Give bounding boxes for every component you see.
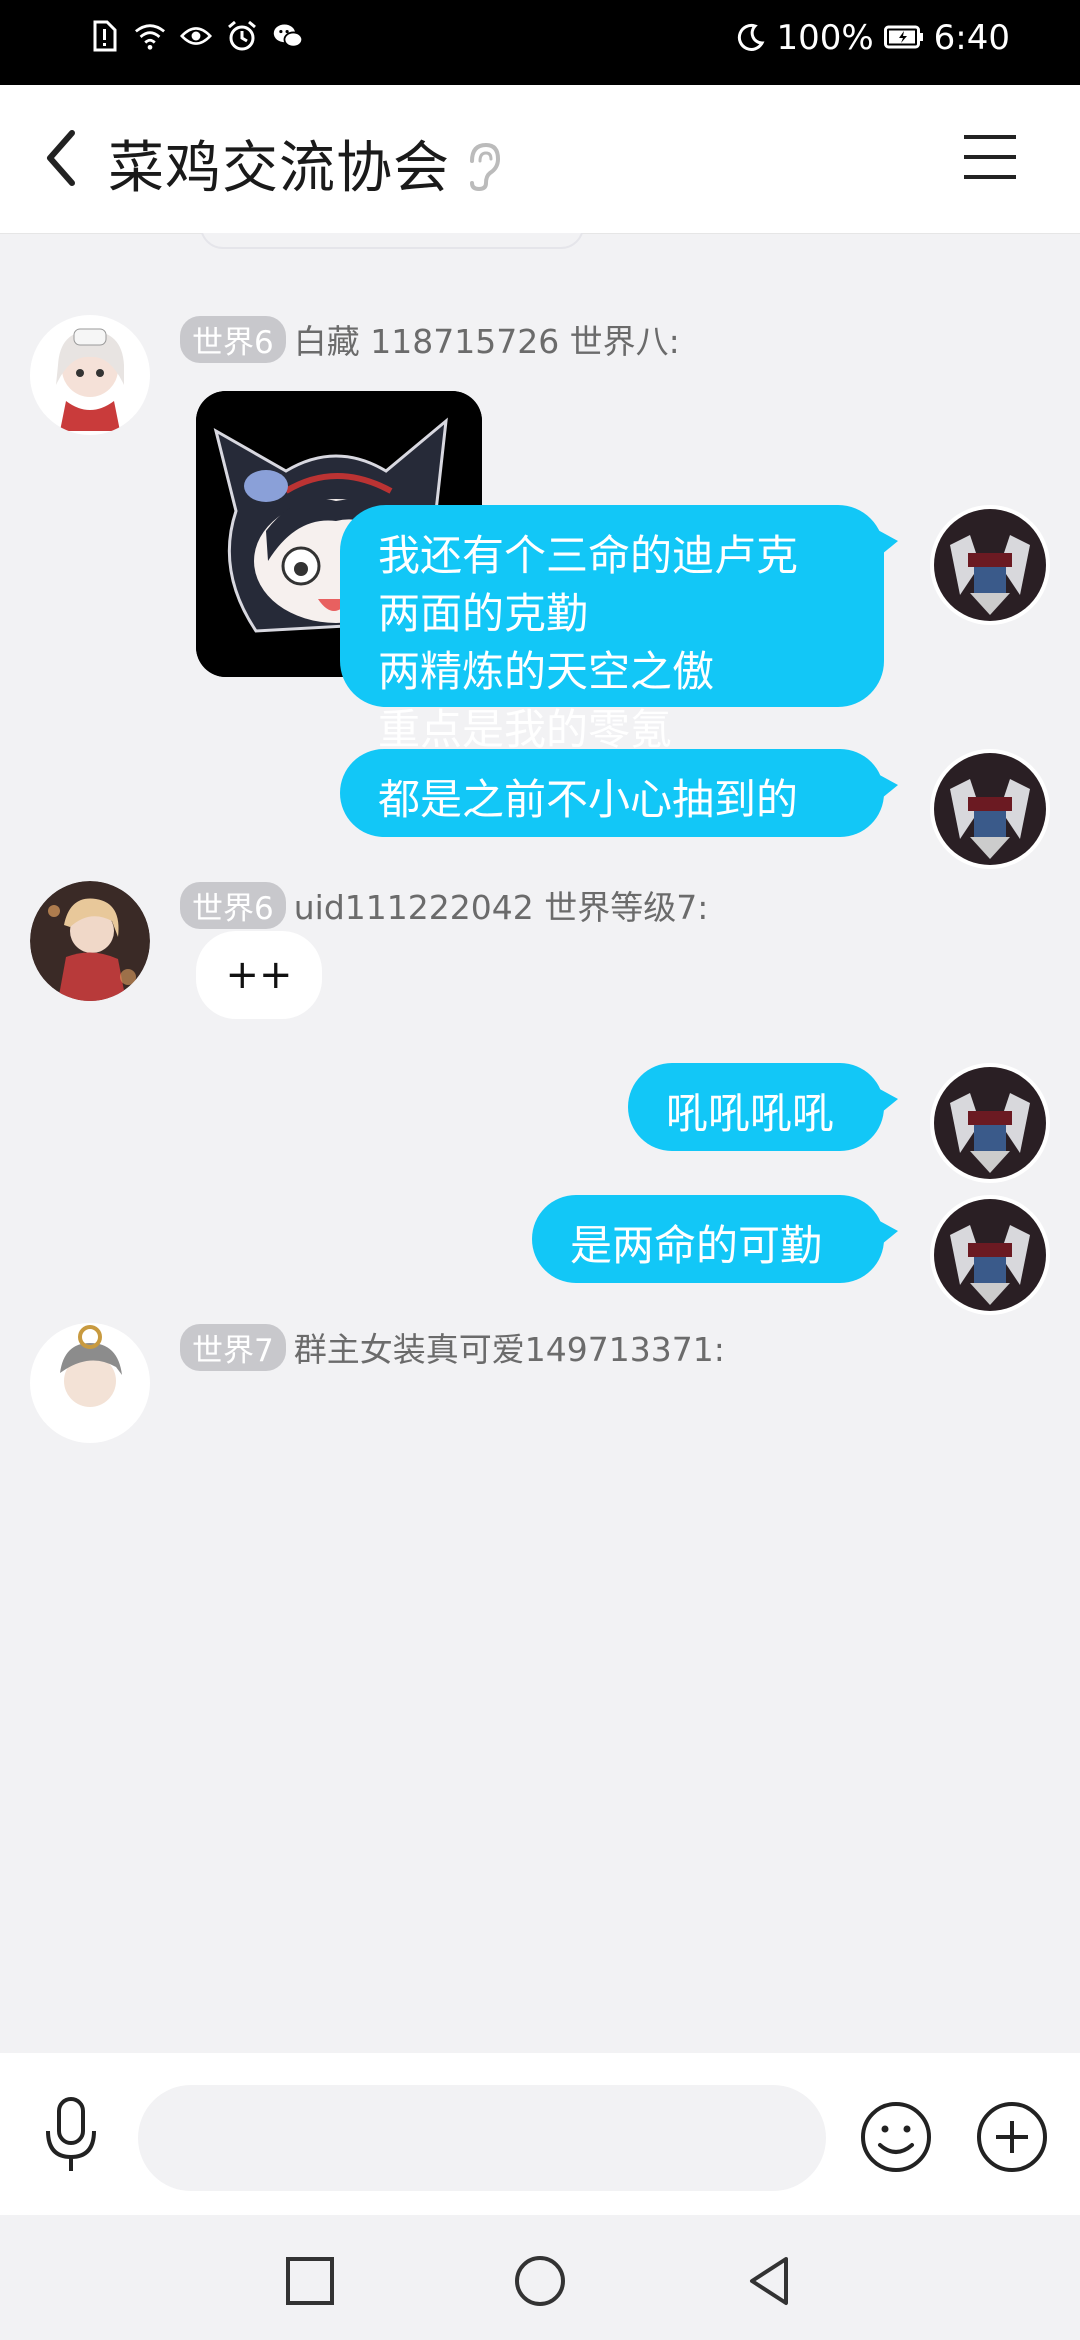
message-line: 两面的克勤 [378,589,589,638]
avatar[interactable] [30,1323,150,1443]
message-text: ++ [225,952,293,998]
chevron-left-icon [47,130,75,186]
outgoing-message-bubble[interactable]: 是两命的可勤 [532,1195,898,1283]
incoming-message-bubble[interactable]: ++ [196,931,322,1019]
more-options-button[interactable] [976,2101,1048,2173]
microphone-icon [46,2097,96,2171]
sender-meta: 世界6 uid111222042 世界等级7: [180,881,708,929]
sender-meta: 世界7 群主女装真可爱149713371: [180,1323,725,1371]
partial-message-bubble [200,233,584,249]
message-line: 都是之前不小心抽到的 [378,775,799,824]
plus-circle-icon [977,2102,1047,2172]
alarm-icon [226,20,258,52]
hamburger-menu-icon [964,135,1016,179]
sender-meta: 世界6 白藏 118715726 世界八: [180,315,680,363]
my-avatar[interactable] [930,1195,1050,1315]
outgoing-message-bubble[interactable]: 都是之前不小心抽到的 [340,749,898,837]
status-left-icons [88,20,304,52]
level-badge: 世界6 [180,315,286,363]
home-button[interactable] [512,2253,568,2309]
group-title[interactable]: 菜鸡交流协会 [108,123,450,204]
level-badge: 世界7 [180,1323,286,1371]
my-avatar[interactable] [930,1063,1050,1183]
message-line: 两精炼的天空之傲 [378,647,715,696]
outgoing-message-bubble[interactable]: 我还有个三命的迪卢克 两面的克勤 两精炼的天空之傲 重点是我的零氪 [340,505,898,754]
emoji-button[interactable] [860,2101,932,2173]
circle-home-icon [515,2256,565,2306]
level-badge: 世界6 [180,881,286,929]
square-recents-icon [286,2257,334,2305]
input-bar [0,2053,1080,2215]
message-line: 我还有个三命的迪卢克 [378,531,799,580]
triangle-back-icon [750,2257,788,2305]
smiley-icon [861,2102,931,2172]
recents-button[interactable] [282,2253,338,2309]
status-bar: 100% 6:40 [0,0,1080,85]
avatar[interactable] [30,881,150,1001]
sender-name[interactable]: 白藏 118715726 世界八: [294,315,680,363]
back-button[interactable] [34,123,94,193]
clock-time: 6:40 [933,18,1010,58]
sender-name[interactable]: 群主女装真可爱149713371: [294,1323,725,1371]
outgoing-message-bubble[interactable]: 吼吼吼吼 [628,1063,898,1151]
sim-alert-icon [88,20,120,52]
chat-header: 菜鸡交流协会 [0,85,1080,234]
message-line: 是两命的可勤 [570,1221,823,1270]
back-nav-button[interactable] [742,2253,798,2309]
wifi-icon [134,20,166,52]
avatar[interactable] [30,315,150,435]
chat-message-list[interactable]: 世界6 白藏 118715726 世界八: 我还有个三命的迪卢克 两面的克勤 两… [0,233,1080,2053]
hamburger-menu-button[interactable] [962,131,1018,183]
my-avatar[interactable] [930,505,1050,625]
voice-input-button[interactable] [40,2095,102,2175]
battery-icon [883,18,924,58]
moon-icon [734,22,766,54]
my-avatar[interactable] [930,749,1050,869]
status-right: 100% 6:40 [734,18,1010,58]
wechat-icon [272,20,304,52]
battery-percent: 100% [776,18,874,58]
message-input[interactable] [138,2085,826,2191]
system-nav-bar [0,2215,1080,2340]
message-line: 吼吼吼吼 [666,1089,835,1138]
sender-name[interactable]: uid111222042 世界等级7: [294,881,709,929]
ear-icon[interactable] [462,141,502,192]
eye-icon [180,20,212,52]
